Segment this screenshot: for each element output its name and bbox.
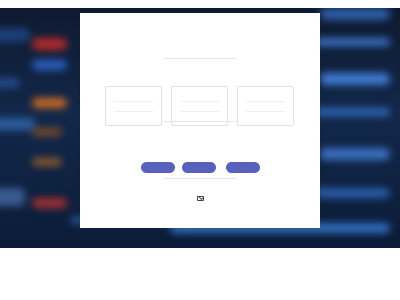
action-button-2[interactable] <box>182 162 216 173</box>
page <box>0 0 400 300</box>
mail-icon[interactable] <box>197 196 204 201</box>
action-button-3[interactable] <box>226 162 260 173</box>
top-divider <box>164 58 236 59</box>
option-tile-1[interactable] <box>105 86 162 126</box>
action-button-1[interactable] <box>141 162 175 173</box>
option-tile-2[interactable] <box>171 86 228 126</box>
bottom-divider <box>164 178 236 179</box>
option-tile-3[interactable] <box>237 86 294 126</box>
middle-divider <box>164 121 236 122</box>
